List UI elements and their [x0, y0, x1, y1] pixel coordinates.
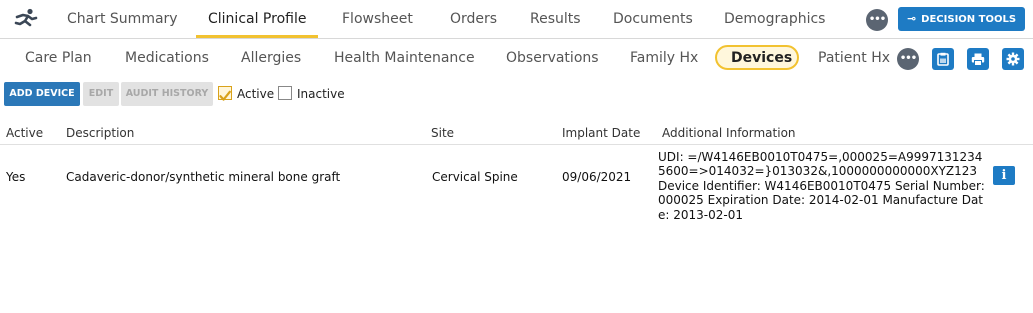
tab-demographics[interactable]: Demographics	[724, 0, 825, 38]
subtab-medications[interactable]: Medications	[125, 39, 209, 77]
column-header-implant-date[interactable]: Implant Date	[562, 126, 640, 140]
tab-orders[interactable]: Orders	[450, 0, 497, 38]
active-checkbox-label: Active	[237, 87, 275, 101]
tab-documents[interactable]: Documents	[613, 0, 693, 38]
branch-icon: ⊸	[906, 12, 917, 25]
column-header-active[interactable]: Active	[6, 126, 43, 140]
add-device-button[interactable]: ADD DEVICE	[4, 82, 80, 106]
active-checkbox[interactable]	[218, 86, 232, 101]
subtab-patient-hx[interactable]: Patient Hx	[818, 39, 890, 77]
cell-site: Cervical Spine	[432, 170, 518, 184]
tab-chart-summary[interactable]: Chart Summary	[67, 0, 178, 38]
inactive-checkbox[interactable]	[278, 86, 292, 100]
checkmark-icon	[219, 90, 231, 101]
clipboard-button[interactable]	[932, 48, 954, 70]
gear-icon	[1006, 52, 1020, 66]
subtab-observations[interactable]: Observations	[506, 39, 599, 77]
print-button[interactable]	[967, 48, 989, 70]
more-subtabs-icon[interactable]: •••	[897, 48, 919, 70]
audit-history-button[interactable]: AUDIT HISTORY	[121, 82, 213, 106]
info-icon[interactable]: i	[993, 166, 1015, 185]
print-icon	[971, 53, 985, 66]
more-options-icon[interactable]: •••	[866, 9, 888, 31]
cell-implant-date: 09/06/2021	[562, 170, 632, 184]
clipboard-icon	[937, 52, 949, 66]
cell-description: Cadaveric-donor/synthetic mineral bone g…	[66, 170, 341, 184]
subtab-family-hx[interactable]: Family Hx	[630, 39, 698, 77]
column-header-additional-information[interactable]: Additional Information	[662, 126, 796, 140]
edit-button[interactable]: EDIT	[83, 82, 119, 106]
decision-tools-button[interactable]: ⊸ DECISION TOOLS	[898, 7, 1025, 31]
subtab-care-plan[interactable]: Care Plan	[25, 39, 92, 77]
settings-button[interactable]	[1002, 48, 1024, 70]
table-header: Active Description Site Implant Date Add…	[0, 124, 1033, 145]
tab-results[interactable]: Results	[530, 0, 581, 38]
column-header-site[interactable]: Site	[431, 126, 454, 140]
cell-additional-information: UDI: =/W4146EB0010T0475=,000025=A9997131…	[658, 150, 985, 222]
cell-active: Yes	[6, 170, 26, 184]
subtab-devices[interactable]: Devices	[731, 39, 792, 77]
sub-navigation: Care Plan Medications Allergies Health M…	[0, 39, 1033, 77]
subtab-allergies[interactable]: Allergies	[241, 39, 301, 77]
running-figure-logo-icon[interactable]	[14, 8, 38, 30]
top-navigation: Chart Summary Clinical Profile Flowsheet…	[0, 0, 1033, 39]
subtab-health-maintenance[interactable]: Health Maintenance	[334, 39, 475, 77]
tab-clinical-profile[interactable]: Clinical Profile	[195, 0, 319, 38]
column-header-description[interactable]: Description	[66, 126, 134, 140]
decision-tools-label: DECISION TOOLS	[921, 14, 1017, 25]
tab-flowsheet[interactable]: Flowsheet	[342, 0, 413, 38]
inactive-checkbox-label: Inactive	[297, 87, 345, 101]
